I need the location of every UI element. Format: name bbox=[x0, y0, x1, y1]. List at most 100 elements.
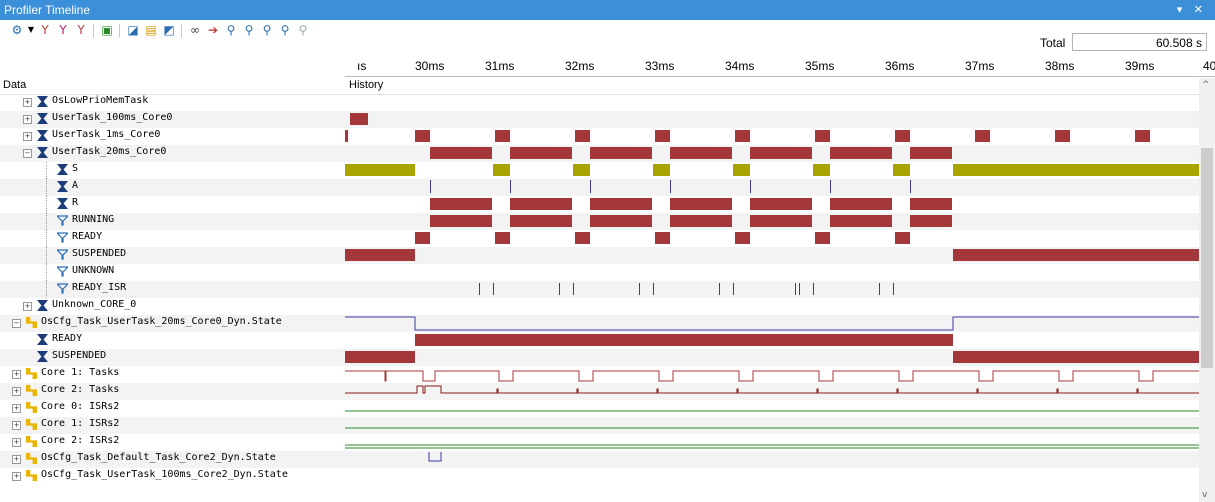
timeline-segment[interactable] bbox=[953, 249, 1199, 261]
timeline-segment[interactable] bbox=[733, 164, 750, 176]
collapse-icon[interactable]: − bbox=[12, 319, 21, 328]
tree-row[interactable]: + UserTask_100ms_Core0 bbox=[0, 111, 1199, 128]
timeline-segment[interactable] bbox=[590, 180, 591, 193]
export-icon[interactable]: ▣ bbox=[100, 23, 114, 37]
timeline-segment[interactable] bbox=[573, 164, 590, 176]
timeline-segment[interactable] bbox=[655, 232, 670, 244]
timeline-segment[interactable] bbox=[799, 283, 800, 295]
graph-icon[interactable]: ◩ bbox=[162, 23, 176, 37]
tree-row[interactable]: S bbox=[0, 162, 1199, 179]
timeline-segment[interactable] bbox=[510, 198, 572, 210]
expand-icon[interactable]: + bbox=[12, 404, 21, 413]
timeline-segment[interactable] bbox=[815, 130, 830, 142]
expand-icon[interactable]: + bbox=[23, 115, 32, 124]
timeline-segment[interactable] bbox=[653, 164, 670, 176]
state-waveform[interactable] bbox=[345, 315, 1199, 332]
timeline-segment[interactable] bbox=[910, 180, 911, 193]
tree-row[interactable]: − UserTask_20ms_Core0 bbox=[0, 145, 1199, 162]
tree-row[interactable]: READY bbox=[0, 332, 1199, 349]
collapse-icon[interactable]: − bbox=[23, 149, 32, 158]
expand-icon[interactable]: + bbox=[12, 421, 21, 430]
timeline-segment[interactable] bbox=[830, 147, 892, 159]
timeline-segment[interactable] bbox=[415, 334, 953, 346]
vertical-scrollbar[interactable]: ^ v bbox=[1199, 78, 1215, 502]
timeline-segment[interactable] bbox=[815, 232, 830, 244]
expand-icon[interactable]: + bbox=[12, 472, 21, 481]
timeline-segment[interactable] bbox=[430, 215, 492, 227]
filter-clear-icon[interactable]: Y bbox=[74, 23, 88, 37]
timeline-segment[interactable] bbox=[893, 283, 894, 295]
history-lane[interactable] bbox=[345, 264, 1199, 281]
dropdown-arrow-icon[interactable]: ▼ bbox=[24, 23, 38, 37]
tree-row[interactable]: + OsCfg_Task_Default_Task_Core2_Dyn.State bbox=[0, 451, 1199, 468]
zoom-next-icon[interactable]: ⚲ bbox=[296, 23, 310, 37]
binoculars-icon[interactable]: ∞ bbox=[188, 23, 202, 37]
tree-row[interactable]: + Core 0: ISRs2 bbox=[0, 400, 1199, 417]
timeline-segment[interactable] bbox=[495, 130, 510, 142]
gear-icon[interactable]: ⚙ bbox=[10, 23, 24, 37]
core2-tasks-waveform[interactable] bbox=[345, 383, 1199, 400]
tree-row[interactable]: SUSPENDED bbox=[0, 349, 1199, 366]
history-lane[interactable] bbox=[345, 179, 1199, 196]
timeline-segment[interactable] bbox=[735, 232, 750, 244]
scrollbar-thumb[interactable] bbox=[1201, 148, 1213, 368]
expand-icon[interactable]: + bbox=[12, 370, 21, 379]
timeline-segment[interactable] bbox=[350, 113, 368, 125]
timeline-segment[interactable] bbox=[493, 283, 494, 295]
core1-tasks-waveform[interactable] bbox=[345, 366, 1199, 383]
timeline-segment[interactable] bbox=[813, 164, 830, 176]
cursor-icon[interactable]: ➔ bbox=[206, 23, 220, 37]
timeline-segment[interactable] bbox=[345, 351, 415, 363]
tree-row[interactable]: + Core 2: Tasks bbox=[0, 383, 1199, 400]
timeline-segment[interactable] bbox=[639, 283, 640, 295]
timeline-segment[interactable] bbox=[670, 147, 732, 159]
timeline-segment[interactable] bbox=[953, 164, 1199, 176]
timeline-segment[interactable] bbox=[575, 130, 590, 142]
timeline-segment[interactable] bbox=[895, 130, 910, 142]
timeline-segment[interactable] bbox=[830, 198, 892, 210]
timeline-segment[interactable] bbox=[415, 130, 430, 142]
tree-row[interactable]: UNKNOWN bbox=[0, 264, 1199, 281]
timeline-segment[interactable] bbox=[559, 283, 560, 295]
scroll-down-icon[interactable]: v bbox=[1202, 490, 1207, 500]
timeline-segment[interactable] bbox=[830, 215, 892, 227]
timeline-segment[interactable] bbox=[345, 164, 415, 176]
tree-row[interactable]: + Unknown_CORE_0 bbox=[0, 298, 1199, 315]
timeline-segment[interactable] bbox=[733, 283, 734, 295]
timeline-segment[interactable] bbox=[750, 180, 751, 193]
chart-icon[interactable]: ◪ bbox=[126, 23, 140, 37]
timeline-segment[interactable] bbox=[430, 147, 492, 159]
expand-icon[interactable]: + bbox=[23, 98, 32, 107]
tree-row[interactable]: + UserTask_1ms_Core0 bbox=[0, 128, 1199, 145]
timeline-segment[interactable] bbox=[910, 215, 952, 227]
timeline-segment[interactable] bbox=[1055, 130, 1070, 142]
expand-icon[interactable]: + bbox=[23, 302, 32, 311]
timeline-segment[interactable] bbox=[670, 198, 732, 210]
default-task-state-waveform[interactable] bbox=[345, 451, 1199, 468]
timeline-segment[interactable] bbox=[813, 283, 814, 295]
timeline-segment[interactable] bbox=[670, 180, 671, 193]
core2-isrs-waveform[interactable] bbox=[345, 434, 1199, 451]
timeline-segment[interactable] bbox=[479, 283, 480, 295]
timeline-segment[interactable] bbox=[345, 130, 348, 142]
timeline-segment[interactable] bbox=[735, 130, 750, 142]
zoom-prev-icon[interactable]: ⚲ bbox=[278, 23, 292, 37]
history-lane[interactable] bbox=[345, 468, 1199, 485]
timeline-segment[interactable] bbox=[895, 232, 910, 244]
timeline-segment[interactable] bbox=[510, 147, 572, 159]
expand-icon[interactable]: + bbox=[12, 438, 21, 447]
total-value-field[interactable]: 60.508 s bbox=[1072, 33, 1207, 51]
timeline-segment[interactable] bbox=[655, 130, 670, 142]
timeline-segment[interactable] bbox=[910, 147, 952, 159]
filter-red-icon[interactable]: Y bbox=[56, 23, 70, 37]
tree-row[interactable]: READY_ISR bbox=[0, 281, 1199, 298]
history-lane[interactable] bbox=[345, 298, 1199, 315]
timeline-segment[interactable] bbox=[430, 198, 492, 210]
history-lane[interactable] bbox=[345, 281, 1199, 298]
timeline-segment[interactable] bbox=[575, 232, 590, 244]
timeline-segment[interactable] bbox=[910, 198, 952, 210]
expand-icon[interactable]: + bbox=[23, 132, 32, 141]
timeline-segment[interactable] bbox=[830, 180, 831, 193]
timeline-segment[interactable] bbox=[590, 147, 652, 159]
timeline-segment[interactable] bbox=[719, 283, 720, 295]
